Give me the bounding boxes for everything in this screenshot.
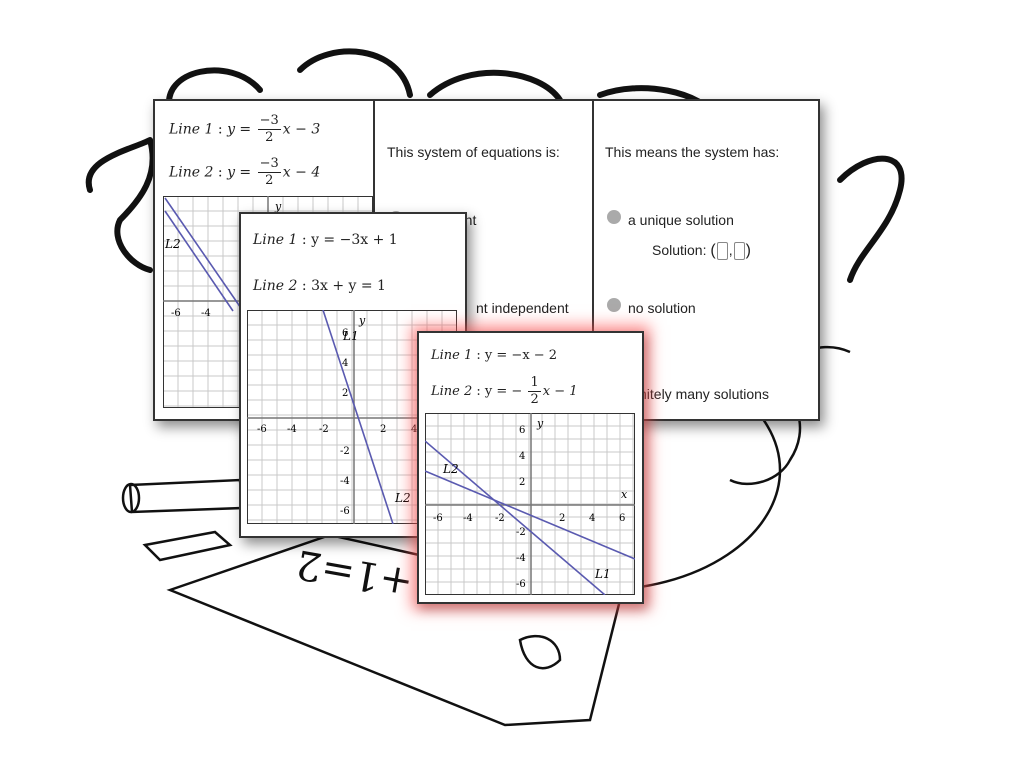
axis-y-label: y [358,314,366,327]
solution-y-input[interactable] [733,242,745,261]
chalk-stick-icon [128,478,244,514]
graph-label-l2: L2 [394,491,411,505]
graph-label-l2: L2 [164,237,181,251]
tick-x: -2 [495,513,505,524]
line1-equation: Line 1 : y = −3x + 1 [253,232,398,248]
tick-y: 6 [342,328,348,339]
axis-x-label: x [621,488,628,501]
line2-equation: Line 2 : 3x + y = 1 [253,278,386,294]
tick-y: 2 [342,388,348,399]
tick-x: 2 [380,424,386,435]
system-type-option-2: nt independent [476,300,569,316]
eraser-icon [142,530,233,562]
line2-equation: Line 2 : y = −3 2 x − 4 [169,156,321,188]
solution-row: Solution: (,) [652,242,751,261]
solution-count-heading: This means the system has: [605,144,780,160]
graph-label-l1: L1 [594,567,611,581]
tick-x: -4 [463,513,473,524]
tick-x: -2 [319,424,329,435]
radio-no-solution[interactable] [607,298,621,312]
tick-y: -6 [340,506,350,517]
option-no-solution: no solution [628,300,696,316]
tick-x: -4 [287,424,297,435]
tick-x: 4 [589,513,595,524]
tick-y: 6 [519,425,525,436]
tick-y: 2 [519,477,525,488]
tick-y: -2 [340,446,350,457]
line1-equation: Line 1 : y = −x − 2 [431,348,558,363]
tick-x-neg4: -4 [201,308,211,319]
solution-label: Solution: [652,242,707,258]
tick-x: 6 [619,513,625,524]
tick-x: -6 [257,424,267,435]
tick-x: 2 [559,513,565,524]
tick-y: 4 [342,358,348,369]
axis-y-label: y [536,417,544,430]
system-card-front: Line 1 : y = −x − 2 Line 2 : y = − 12x −… [417,331,644,604]
graph-label-l2: L2 [442,462,459,476]
graph-line-l2 [425,470,635,560]
tick-y: 4 [519,451,525,462]
option-unique-solution: a unique solution [628,212,734,228]
tick-x: -6 [433,513,443,524]
tick-y: -6 [516,579,526,590]
tick-y: -4 [340,476,350,487]
tick-x-neg6: -6 [171,308,181,319]
solution-x-input[interactable] [716,242,728,261]
option-infinite-solutions: finitely many solutions [632,386,769,402]
graph-line-l1 [164,197,244,312]
tick-y: -2 [516,527,526,538]
graph-front: L1 L2 x y -6 -4 -2 2 4 6 6 4 2 -2 -4 -6 [425,413,635,595]
line1-equation: Line 1 : y = −3 2 x − 3 [169,113,321,145]
system-type-heading: This system of equations is: [387,144,560,160]
radio-unique-solution[interactable] [607,210,621,224]
tick-y: -4 [516,553,526,564]
line2-equation: Line 2 : y = − 12x − 1 [431,375,578,407]
